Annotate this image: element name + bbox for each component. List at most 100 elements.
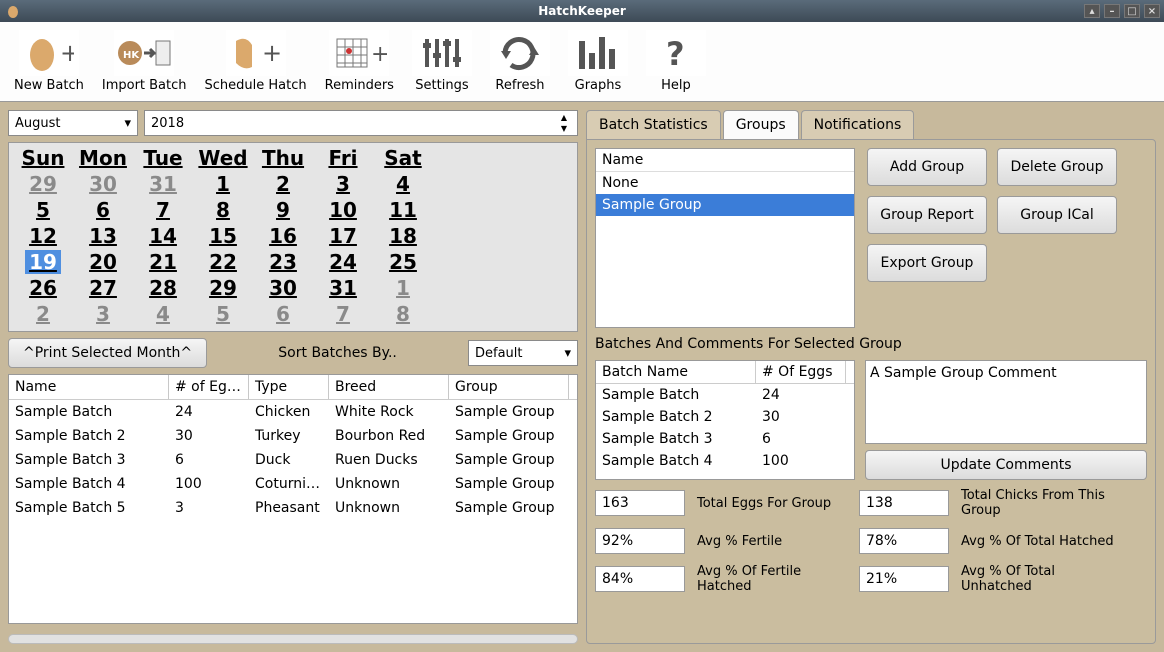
- settings-button[interactable]: Settings: [406, 28, 478, 101]
- calendar-day[interactable]: 3: [73, 301, 133, 327]
- calendar-day[interactable]: 29: [193, 275, 253, 301]
- export-group-button[interactable]: Export Group: [867, 244, 987, 282]
- calendar-day[interactable]: 1: [373, 275, 433, 301]
- window-title: HatchKeeper: [538, 4, 626, 18]
- avg-fertile-input[interactable]: [595, 528, 685, 554]
- calendar-day[interactable]: 25: [373, 249, 433, 275]
- window-minimize-button[interactable]: –: [1104, 4, 1120, 18]
- year-up-button[interactable]: ▲: [557, 112, 571, 123]
- calendar-day[interactable]: 10: [313, 197, 373, 223]
- table-row[interactable]: Sample Batch 53PheasantUnknownSample Gro…: [9, 496, 577, 520]
- window-maximize-button[interactable]: □: [1124, 4, 1140, 18]
- calendar-day[interactable]: 24: [313, 249, 373, 275]
- table-row[interactable]: Sample Batch 230TurkeyBourbon RedSample …: [9, 424, 577, 448]
- calendar-day[interactable]: 8: [193, 197, 253, 223]
- col-header-type[interactable]: Type: [249, 375, 329, 399]
- calendar-day[interactable]: 9: [253, 197, 313, 223]
- calendar-day[interactable]: 2: [13, 301, 73, 327]
- calendar-day[interactable]: 30: [253, 275, 313, 301]
- horizontal-scrollbar[interactable]: [8, 634, 578, 644]
- calendar-day[interactable]: 11: [373, 197, 433, 223]
- col-header-name[interactable]: Name: [9, 375, 169, 399]
- add-group-button[interactable]: Add Group: [867, 148, 987, 186]
- calendar-day[interactable]: 22: [193, 249, 253, 275]
- month-select[interactable]: August ▾: [8, 110, 138, 136]
- calendar-day[interactable]: 19: [13, 249, 73, 275]
- calendar-day[interactable]: 7: [313, 301, 373, 327]
- group-comment-input[interactable]: [865, 360, 1147, 444]
- calendar-day[interactable]: 5: [193, 301, 253, 327]
- calendar-day[interactable]: 28: [133, 275, 193, 301]
- import-batch-button[interactable]: HK Import Batch: [96, 28, 193, 101]
- delete-group-button[interactable]: Delete Group: [997, 148, 1117, 186]
- window-shade-button[interactable]: ▴: [1084, 4, 1100, 18]
- list-item[interactable]: Sample Batch 230: [596, 406, 854, 428]
- schedule-hatch-button[interactable]: + Schedule Hatch: [199, 28, 313, 101]
- avg-fertile-hatched-input[interactable]: [595, 566, 685, 592]
- group-report-button[interactable]: Group Report: [867, 196, 987, 234]
- table-row[interactable]: Sample Batch 36DuckRuen DucksSample Grou…: [9, 448, 577, 472]
- calendar-day[interactable]: 7: [133, 197, 193, 223]
- col-header-num-eggs[interactable]: # Of Eggs: [756, 361, 846, 383]
- calendar-day[interactable]: 14: [133, 223, 193, 249]
- col-header-breed[interactable]: Breed: [329, 375, 449, 399]
- calendar-day[interactable]: 3: [313, 171, 373, 197]
- calendar-day[interactable]: 27: [73, 275, 133, 301]
- update-comments-button[interactable]: Update Comments: [865, 450, 1147, 480]
- tab-batch-statistics[interactable]: Batch Statistics: [586, 110, 721, 139]
- svg-text:+: +: [371, 42, 387, 67]
- total-eggs-input[interactable]: [595, 490, 685, 516]
- calendar-day[interactable]: 18: [373, 223, 433, 249]
- calendar-day[interactable]: 13: [73, 223, 133, 249]
- calendar-day[interactable]: 17: [313, 223, 373, 249]
- group-list-item[interactable]: None: [596, 172, 854, 194]
- sort-select[interactable]: Default ▾: [468, 340, 578, 366]
- avg-total-unhatched-input[interactable]: [859, 566, 949, 592]
- col-header-batch-name[interactable]: Batch Name: [596, 361, 756, 383]
- year-input[interactable]: 2018 ▲ ▼: [144, 110, 578, 136]
- table-row[interactable]: Sample Batch 4100Coturnix ...UnknownSamp…: [9, 472, 577, 496]
- calendar-day[interactable]: 4: [373, 171, 433, 197]
- calendar-day[interactable]: 2: [253, 171, 313, 197]
- tab-groups[interactable]: Groups: [723, 110, 799, 139]
- col-header-group[interactable]: Group: [449, 375, 569, 399]
- help-button[interactable]: ? Help: [640, 28, 712, 101]
- window-close-button[interactable]: ×: [1144, 4, 1160, 18]
- calendar-day[interactable]: 1: [193, 171, 253, 197]
- group-batch-list[interactable]: Batch Name # Of Eggs Sample Batch24Sampl…: [595, 360, 855, 480]
- calendar-day[interactable]: 6: [253, 301, 313, 327]
- svg-text:+: +: [60, 39, 74, 67]
- calendar-day[interactable]: 16: [253, 223, 313, 249]
- calendar-day[interactable]: 31: [313, 275, 373, 301]
- print-month-button[interactable]: ^Print Selected Month^: [8, 338, 207, 368]
- calendar-day[interactable]: 29: [13, 171, 73, 197]
- graphs-button[interactable]: Graphs: [562, 28, 634, 101]
- col-header-eggs[interactable]: # of Eggs: [169, 375, 249, 399]
- avg-total-hatched-input[interactable]: [859, 528, 949, 554]
- total-chicks-input[interactable]: [859, 490, 949, 516]
- reminders-button[interactable]: + Reminders: [319, 28, 400, 101]
- calendar-day[interactable]: 21: [133, 249, 193, 275]
- calendar-day[interactable]: 15: [193, 223, 253, 249]
- calendar-day[interactable]: 23: [253, 249, 313, 275]
- tab-notifications[interactable]: Notifications: [801, 110, 915, 139]
- calendar-day[interactable]: 20: [73, 249, 133, 275]
- refresh-button[interactable]: Refresh: [484, 28, 556, 101]
- calendar-day[interactable]: 6: [73, 197, 133, 223]
- calendar-day[interactable]: 12: [13, 223, 73, 249]
- calendar-day[interactable]: 8: [373, 301, 433, 327]
- calendar-day[interactable]: 31: [133, 171, 193, 197]
- calendar-day[interactable]: 30: [73, 171, 133, 197]
- group-ical-button[interactable]: Group ICal: [997, 196, 1117, 234]
- calendar-day[interactable]: 5: [13, 197, 73, 223]
- list-item[interactable]: Sample Batch24: [596, 384, 854, 406]
- calendar-day[interactable]: 4: [133, 301, 193, 327]
- group-list-item[interactable]: Sample Group: [596, 194, 854, 216]
- calendar-day[interactable]: 26: [13, 275, 73, 301]
- new-batch-button[interactable]: + New Batch: [8, 28, 90, 101]
- year-down-button[interactable]: ▼: [557, 123, 571, 134]
- table-row[interactable]: Sample Batch24ChickenWhite RockSample Gr…: [9, 400, 577, 424]
- list-item[interactable]: Sample Batch 4100: [596, 450, 854, 472]
- list-item[interactable]: Sample Batch 36: [596, 428, 854, 450]
- group-list[interactable]: Name NoneSample Group: [595, 148, 855, 328]
